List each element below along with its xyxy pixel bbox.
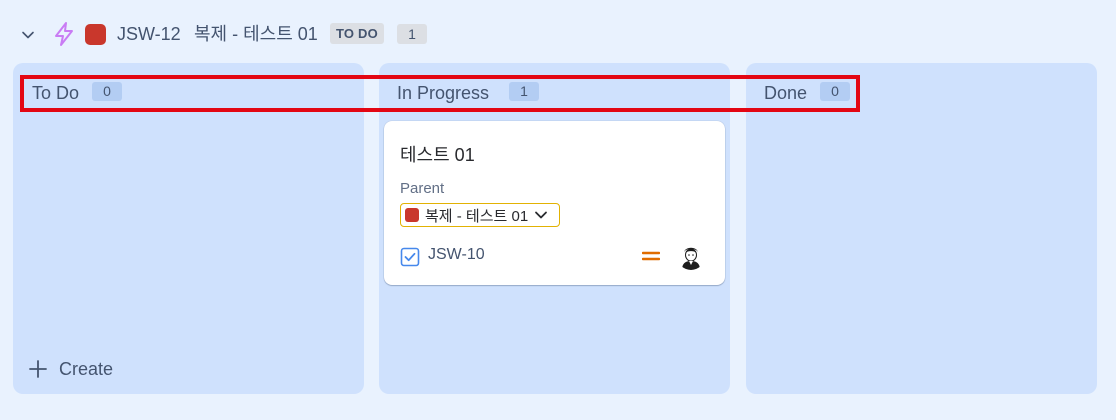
column-count-badge: 1 xyxy=(509,82,539,101)
checkbox-task-icon xyxy=(400,247,420,267)
parent-label: Parent xyxy=(400,180,445,197)
column-title: To Do xyxy=(32,83,80,103)
column-title: Done xyxy=(764,83,808,103)
column-count-badge: 0 xyxy=(820,82,850,101)
parent-value: 복제 - 테스트 01 xyxy=(425,207,529,225)
column-count-badge: 0 xyxy=(92,82,122,101)
priority-medium-icon xyxy=(641,249,661,263)
parent-selector[interactable]: 복제 - 테스트 01 xyxy=(400,203,560,227)
swimlane-header: JSW-12 복제 - 테스트 01 TO DO 1 xyxy=(0,0,1116,62)
column-title: In Progress xyxy=(397,83,490,103)
issue-key[interactable]: JSW-10 xyxy=(428,246,485,264)
parent-color-swatch xyxy=(405,208,419,222)
issue-count-badge: 1 xyxy=(397,24,427,44)
epic-color-swatch xyxy=(85,24,106,45)
create-button[interactable]: Create xyxy=(27,355,113,383)
epic-title[interactable]: 복제 - 테스트 01 xyxy=(194,22,318,46)
chevron-down-icon[interactable] xyxy=(17,24,39,46)
avatar[interactable] xyxy=(677,242,705,270)
column-done: Done 0 xyxy=(746,63,1097,394)
chevron-down-icon xyxy=(535,211,548,219)
create-label: Create xyxy=(59,358,114,379)
column-todo: To Do 0 Create xyxy=(13,63,364,394)
lightning-bolt-icon xyxy=(52,21,76,47)
status-lozenge: TO DO xyxy=(330,23,384,44)
epic-key[interactable]: JSW-12 xyxy=(117,22,181,46)
card-title: 테스트 01 xyxy=(400,145,475,165)
issue-card[interactable]: 테스트 01 Parent 복제 - 테스트 01 JSW-10 xyxy=(384,121,725,285)
plus-icon xyxy=(29,360,47,378)
